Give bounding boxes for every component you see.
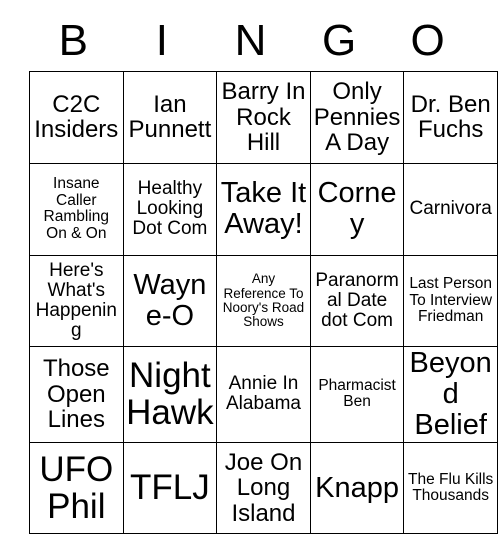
- bingo-row: Insane Caller Rambling On & On Healthy L…: [29, 162, 498, 256]
- bingo-cell[interactable]: Last Person To Interview Friedman: [403, 254, 498, 348]
- bingo-header-letter-n: N: [234, 15, 267, 65]
- bingo-cell[interactable]: Wayne-O: [122, 254, 218, 348]
- bingo-row: Those Open Lines Night Hawk Annie In Ala…: [29, 346, 498, 443]
- bingo-card: B I N G O C2C Insiders Ian Punnett Barry…: [29, 10, 498, 535]
- bingo-header-letter-i: I: [155, 15, 168, 65]
- bingo-cell[interactable]: Here's What's Happening: [29, 254, 124, 348]
- bingo-cell[interactable]: The Flu Kills Thousands: [403, 441, 498, 535]
- bingo-cell[interactable]: Joe On Long Island: [216, 441, 311, 535]
- bingo-cell[interactable]: Barry In Rock Hill: [216, 71, 311, 164]
- bingo-cell[interactable]: TFLJ: [122, 441, 218, 535]
- bingo-cell[interactable]: Knapp: [309, 441, 405, 535]
- bingo-header-letter-b: B: [58, 15, 88, 65]
- bingo-cell[interactable]: Night Hawk: [122, 346, 218, 443]
- bingo-header-row: B I N G O: [29, 10, 472, 71]
- bingo-cell[interactable]: Any Reference To Noory's Road Shows: [216, 254, 311, 348]
- bingo-cell[interactable]: Those Open Lines: [29, 346, 124, 443]
- bingo-cell[interactable]: Corney: [309, 162, 405, 256]
- bingo-header-letter-o: O: [410, 15, 445, 65]
- bingo-cell[interactable]: Carnivora: [403, 162, 498, 256]
- bingo-row: Here's What's Happening Wayne-O Any Refe…: [29, 254, 498, 348]
- bingo-cell[interactable]: C2C Insiders: [29, 71, 124, 164]
- bingo-row: C2C Insiders Ian Punnett Barry In Rock H…: [29, 71, 498, 164]
- bingo-cell[interactable]: Only Pennies A Day: [309, 71, 405, 164]
- bingo-cell[interactable]: UFO Phil: [29, 441, 124, 535]
- bingo-cell[interactable]: Healthy Looking Dot Com: [122, 162, 218, 256]
- bingo-header-letter-g: G: [321, 15, 357, 65]
- bingo-grid: C2C Insiders Ian Punnett Barry In Rock H…: [29, 71, 498, 535]
- bingo-cell[interactable]: Take It Away!: [216, 162, 311, 256]
- bingo-row: UFO Phil TFLJ Joe On Long Island Knapp T…: [29, 441, 498, 535]
- bingo-cell[interactable]: Insane Caller Rambling On & On: [29, 162, 124, 256]
- bingo-cell[interactable]: Annie In Alabama: [216, 346, 311, 443]
- bingo-cell[interactable]: Dr. Ben Fuchs: [403, 71, 498, 164]
- bingo-cell[interactable]: Pharmacist Ben: [309, 346, 405, 443]
- bingo-cell[interactable]: Paranormal Date dot Com: [309, 254, 405, 348]
- bingo-cell[interactable]: Beyond Belief: [403, 346, 498, 443]
- bingo-cell[interactable]: Ian Punnett: [122, 71, 218, 164]
